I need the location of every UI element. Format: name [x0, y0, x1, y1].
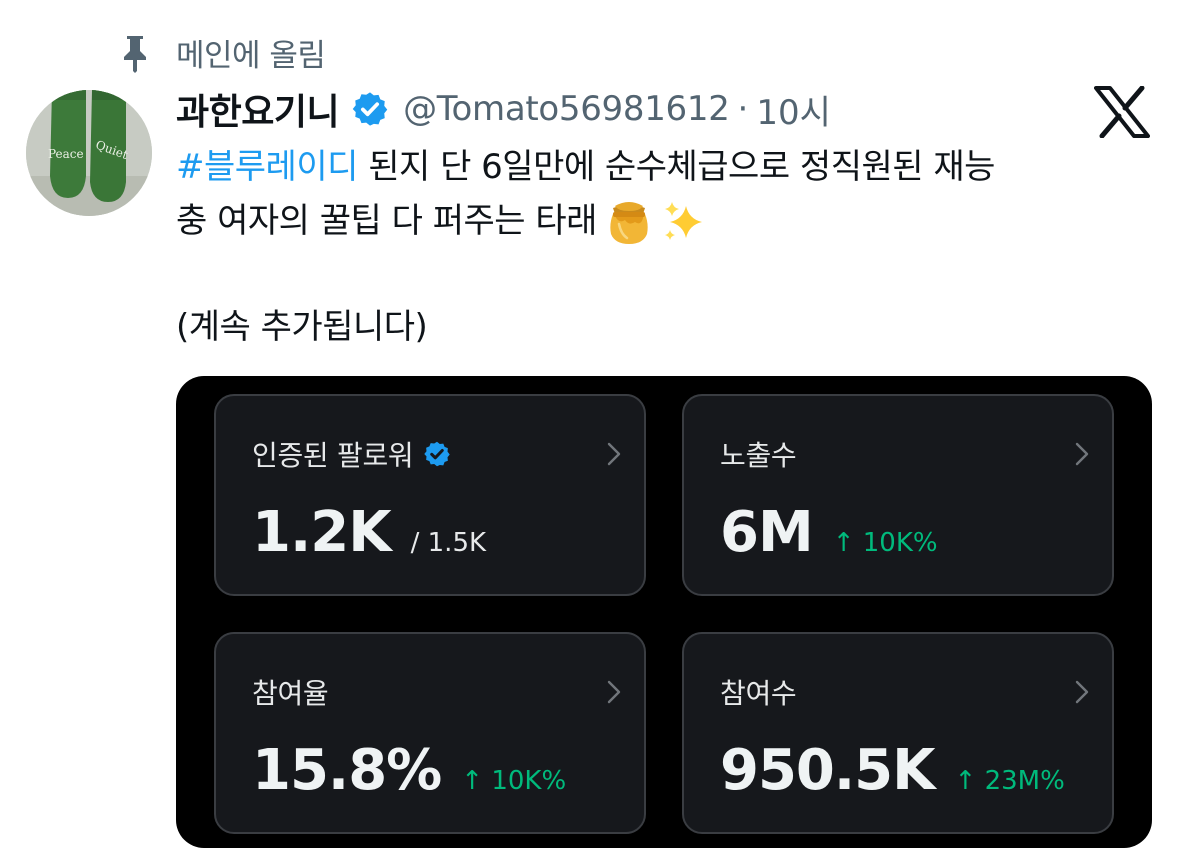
chevron-right-icon [1075, 680, 1089, 704]
stat-value-row: 950.5K ↑ 23M% [720, 738, 1065, 803]
avatar[interactable]: Peace Quiet [26, 90, 152, 216]
stat-value: 1.2K [252, 500, 392, 565]
verified-badge-icon [424, 441, 451, 467]
chevron-right-icon [607, 680, 621, 704]
hashtag-link[interactable]: #블루레이디 [176, 147, 358, 187]
honey-pot-icon [610, 201, 648, 244]
timestamp[interactable]: 10시 [756, 85, 831, 134]
tweet-line-1-text: 된지 단 6일만에 순수체급으로 정직원된 재능 [357, 147, 995, 187]
tweet-line-1: #블루레이디 된지 단 6일만에 순수체급으로 정직원된 재능 [176, 140, 1156, 194]
tweet-line-3: (계속 추가됩니다) [176, 300, 428, 354]
stat-change: ↑ 10K% [461, 766, 567, 796]
stat-card-engagement-rate[interactable]: 참여율 15.8% ↑ 10K% [214, 632, 646, 834]
stat-value: 950.5K [720, 738, 936, 803]
x-logo-icon [1094, 86, 1150, 138]
media-image[interactable]: 인증된 팔로워 1.2K / 1.5K 노출수 6M ↑ 10K% 참여율 15… [176, 376, 1152, 848]
stat-card-impressions[interactable]: 노출수 6M ↑ 10K% [682, 394, 1114, 596]
stat-value-row: 1.2K / 1.5K [252, 500, 486, 565]
tweet-line-3-text: (계속 추가됩니다) [176, 307, 428, 347]
pinned-indicator: 메인에 올림 [120, 30, 326, 75]
stat-value: 6M [720, 500, 814, 565]
tweet-line-2-text: 충 여자의 꿀팁 다 퍼주는 타래 [176, 201, 597, 241]
stat-value-row: 6M ↑ 10K% [720, 500, 938, 565]
chevron-right-icon [607, 442, 621, 466]
stat-sub: / 1.5K [410, 528, 487, 558]
sparkles-icon [664, 201, 702, 240]
stat-change: ↑ 23M% [954, 766, 1065, 796]
pinned-label: 메인에 올림 [176, 38, 326, 74]
stat-change: ↑ 10K% [832, 528, 938, 558]
verified-badge-icon[interactable] [351, 90, 389, 128]
stat-value-row: 15.8% ↑ 10K% [252, 738, 566, 803]
pin-icon [124, 35, 146, 73]
stat-label: 인증된 팔로워 [252, 434, 451, 474]
tweet-header: 과한요기니 @Tomato56981612 · 10시 [176, 82, 831, 136]
avatar-image: Peace Quiet [26, 90, 152, 216]
tweet-body: #블루레이디 된지 단 6일만에 순수체급으로 정직원된 재능 충 여자의 꿀팁… [176, 140, 1156, 248]
svg-text:Peace: Peace [48, 147, 84, 161]
user-handle[interactable]: @Tomato56981612 [403, 89, 730, 129]
tweet-line-2: 충 여자의 꿀팁 다 퍼주는 타래 [176, 194, 1156, 248]
stat-label: 노출수 [720, 439, 797, 472]
stat-label: 참여율 [252, 677, 329, 710]
stat-value: 15.8% [252, 738, 442, 803]
display-name[interactable]: 과한요기니 [176, 83, 340, 135]
chevron-right-icon [1075, 442, 1089, 466]
stat-card-engagements[interactable]: 참여수 950.5K ↑ 23M% [682, 632, 1114, 834]
stat-card-verified-followers[interactable]: 인증된 팔로워 1.2K / 1.5K [214, 394, 646, 596]
stat-label: 참여수 [720, 677, 797, 710]
tweet[interactable]: 메인에 올림 Peace Quiet 과한요기니 @Tomato56981612… [0, 0, 1179, 860]
separator-dot: · [737, 89, 749, 129]
